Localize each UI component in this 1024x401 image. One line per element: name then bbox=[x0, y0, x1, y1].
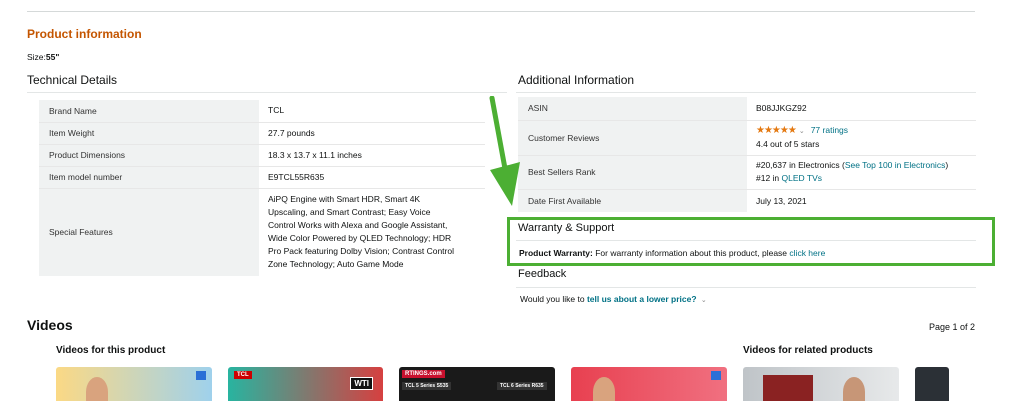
feature-line: Wide Color Powered by QLED Technology; H… bbox=[268, 233, 452, 244]
technical-details-table: Brand Name TCL Item Weight 27.7 pounds P… bbox=[39, 100, 485, 276]
channel-badge-icon bbox=[711, 371, 721, 380]
channel-badge-icon bbox=[196, 371, 206, 380]
technical-details-divider bbox=[27, 92, 507, 93]
table-row: Customer Reviews ★★★★★ ⌄ 77 ratings 4.4 ou… bbox=[518, 119, 976, 155]
feature-line: Zone Technology; Auto Game Mode bbox=[268, 259, 404, 270]
best-sellers-rank-value: #20,637 in Electronics (See Top 100 in E… bbox=[747, 154, 976, 189]
warranty-click-here-link[interactable]: click here bbox=[789, 248, 825, 258]
row-key: Date First Available bbox=[518, 188, 747, 212]
row-key: Special Features bbox=[39, 187, 259, 276]
row-value: AiPQ Engine with Smart HDR, Smart 4K Ups… bbox=[259, 187, 485, 276]
feedback-divider bbox=[516, 287, 976, 288]
row-value: 18.3 x 13.7 x 11.1 inches bbox=[259, 143, 485, 166]
size-label: Size: bbox=[27, 52, 46, 62]
video-thumbnail[interactable] bbox=[915, 367, 949, 401]
asin-value: B08JJKGZ92 bbox=[756, 103, 807, 114]
video-thumbnail[interactable] bbox=[743, 367, 899, 401]
row-key: Item model number bbox=[39, 165, 259, 188]
date-first-available-value: July 13, 2021 bbox=[747, 188, 976, 212]
row-key: Brand Name bbox=[39, 100, 259, 122]
product-information-heading: Product information bbox=[27, 27, 142, 41]
row-key: ASIN bbox=[518, 97, 747, 120]
table-row: Item Weight 27.7 pounds bbox=[39, 121, 485, 144]
green-arrow-annotation bbox=[489, 96, 520, 206]
additional-information-divider bbox=[516, 92, 976, 93]
row-key: Product Dimensions bbox=[39, 143, 259, 166]
rank-text: #12 in bbox=[756, 173, 780, 183]
table-row: Best Sellers Rank #20,637 in Electronics… bbox=[518, 154, 976, 189]
additional-information-table: ASIN B08JJKGZ92 Customer Reviews ★★★★★ ⌄ 7… bbox=[518, 97, 976, 212]
presenter-image bbox=[843, 377, 865, 401]
top-100-electronics-link[interactable]: See Top 100 in Electronics bbox=[845, 160, 946, 170]
warranty-label: Product Warranty: bbox=[519, 248, 593, 258]
series-label: TCL 6 Series R635 bbox=[497, 382, 547, 390]
ratings-link[interactable]: 77 ratings bbox=[811, 125, 848, 135]
presenter-image bbox=[593, 377, 615, 401]
feature-line: AiPQ Engine with Smart HDR, Smart 4K bbox=[268, 194, 421, 205]
table-row: Special Features AiPQ Engine with Smart … bbox=[39, 187, 485, 276]
videos-for-this-product-heading: Videos for this product bbox=[56, 345, 166, 356]
technical-details-heading: Technical Details bbox=[27, 73, 118, 87]
table-row: Brand Name TCL bbox=[39, 100, 485, 122]
row-value: E9TCL55R635 bbox=[259, 165, 485, 188]
feedback-text: Would you like to tell us about a lower … bbox=[520, 294, 707, 304]
row-key: Customer Reviews bbox=[518, 119, 747, 155]
tcl-logo-badge: TCL bbox=[234, 371, 252, 379]
table-row: Product Dimensions 18.3 x 13.7 x 11.1 in… bbox=[39, 143, 485, 166]
videos-heading: Videos bbox=[27, 317, 73, 333]
lower-price-link[interactable]: tell us about a lower price? bbox=[587, 294, 697, 304]
rtings-badge: RTINGS.com bbox=[402, 370, 445, 378]
star-rating-icon[interactable]: ★★★★★ bbox=[756, 125, 797, 136]
table-row: Date First Available July 13, 2021 bbox=[518, 188, 976, 212]
feedback-question: Would you like to bbox=[520, 294, 585, 304]
videos-pagination: Page 1 of 2 bbox=[928, 322, 975, 332]
feedback-heading: Feedback bbox=[518, 268, 567, 280]
feature-line: Upscaling, and Smart Contrast; Easy Voic… bbox=[268, 207, 431, 218]
row-value: 27.7 pounds bbox=[259, 121, 485, 144]
warranty-divider bbox=[516, 240, 976, 241]
warranty-text: Product Warranty: For warranty informati… bbox=[519, 248, 825, 258]
presenter-image bbox=[86, 377, 108, 401]
chevron-down-icon[interactable]: ⌄ bbox=[699, 297, 707, 304]
rank-text: ) bbox=[945, 160, 949, 170]
top-divider bbox=[27, 11, 975, 12]
table-row: ASIN B08JJKGZ92 bbox=[518, 97, 976, 120]
wti-badge: WTI bbox=[350, 377, 373, 390]
qled-tvs-link[interactable]: QLED TVs bbox=[782, 173, 822, 183]
customer-reviews-value: ★★★★★ ⌄ 77 ratings 4.4 out of 5 stars bbox=[747, 119, 976, 155]
additional-information-heading: Additional Information bbox=[518, 73, 635, 87]
size-selection: Size:55" bbox=[27, 52, 59, 62]
videos-for-related-products-heading: Videos for related products bbox=[743, 345, 873, 356]
row-value: TCL bbox=[268, 105, 285, 116]
video-thumbnail[interactable]: TCL WTI bbox=[228, 367, 383, 401]
warranty-description: For warranty information about this prod… bbox=[595, 248, 788, 258]
feature-line: Pro Pack featuring Dolby Vision; Contras… bbox=[268, 246, 454, 257]
video-thumbnail[interactable] bbox=[571, 367, 727, 401]
series-label: TCL 5 Series S535 bbox=[402, 382, 452, 390]
warranty-support-heading: Warranty & Support bbox=[518, 222, 615, 234]
feature-line: Control Works with Alexa and Google Assi… bbox=[268, 220, 448, 231]
rating-text: 4.4 out of 5 stars bbox=[756, 139, 820, 149]
size-value: 55" bbox=[45, 52, 60, 62]
row-key: Best Sellers Rank bbox=[518, 154, 747, 189]
tv-image bbox=[763, 375, 813, 401]
rank-text: #20,637 in Electronics ( bbox=[756, 160, 845, 170]
video-thumbnail[interactable] bbox=[56, 367, 212, 401]
video-thumbnail[interactable]: RTINGS.com TCL 5 Series S535 TCL 6 Serie… bbox=[399, 367, 555, 401]
chevron-down-icon[interactable]: ⌄ bbox=[796, 128, 811, 135]
row-key: Item Weight bbox=[39, 121, 259, 144]
table-row: Item model number E9TCL55R635 bbox=[39, 165, 485, 188]
